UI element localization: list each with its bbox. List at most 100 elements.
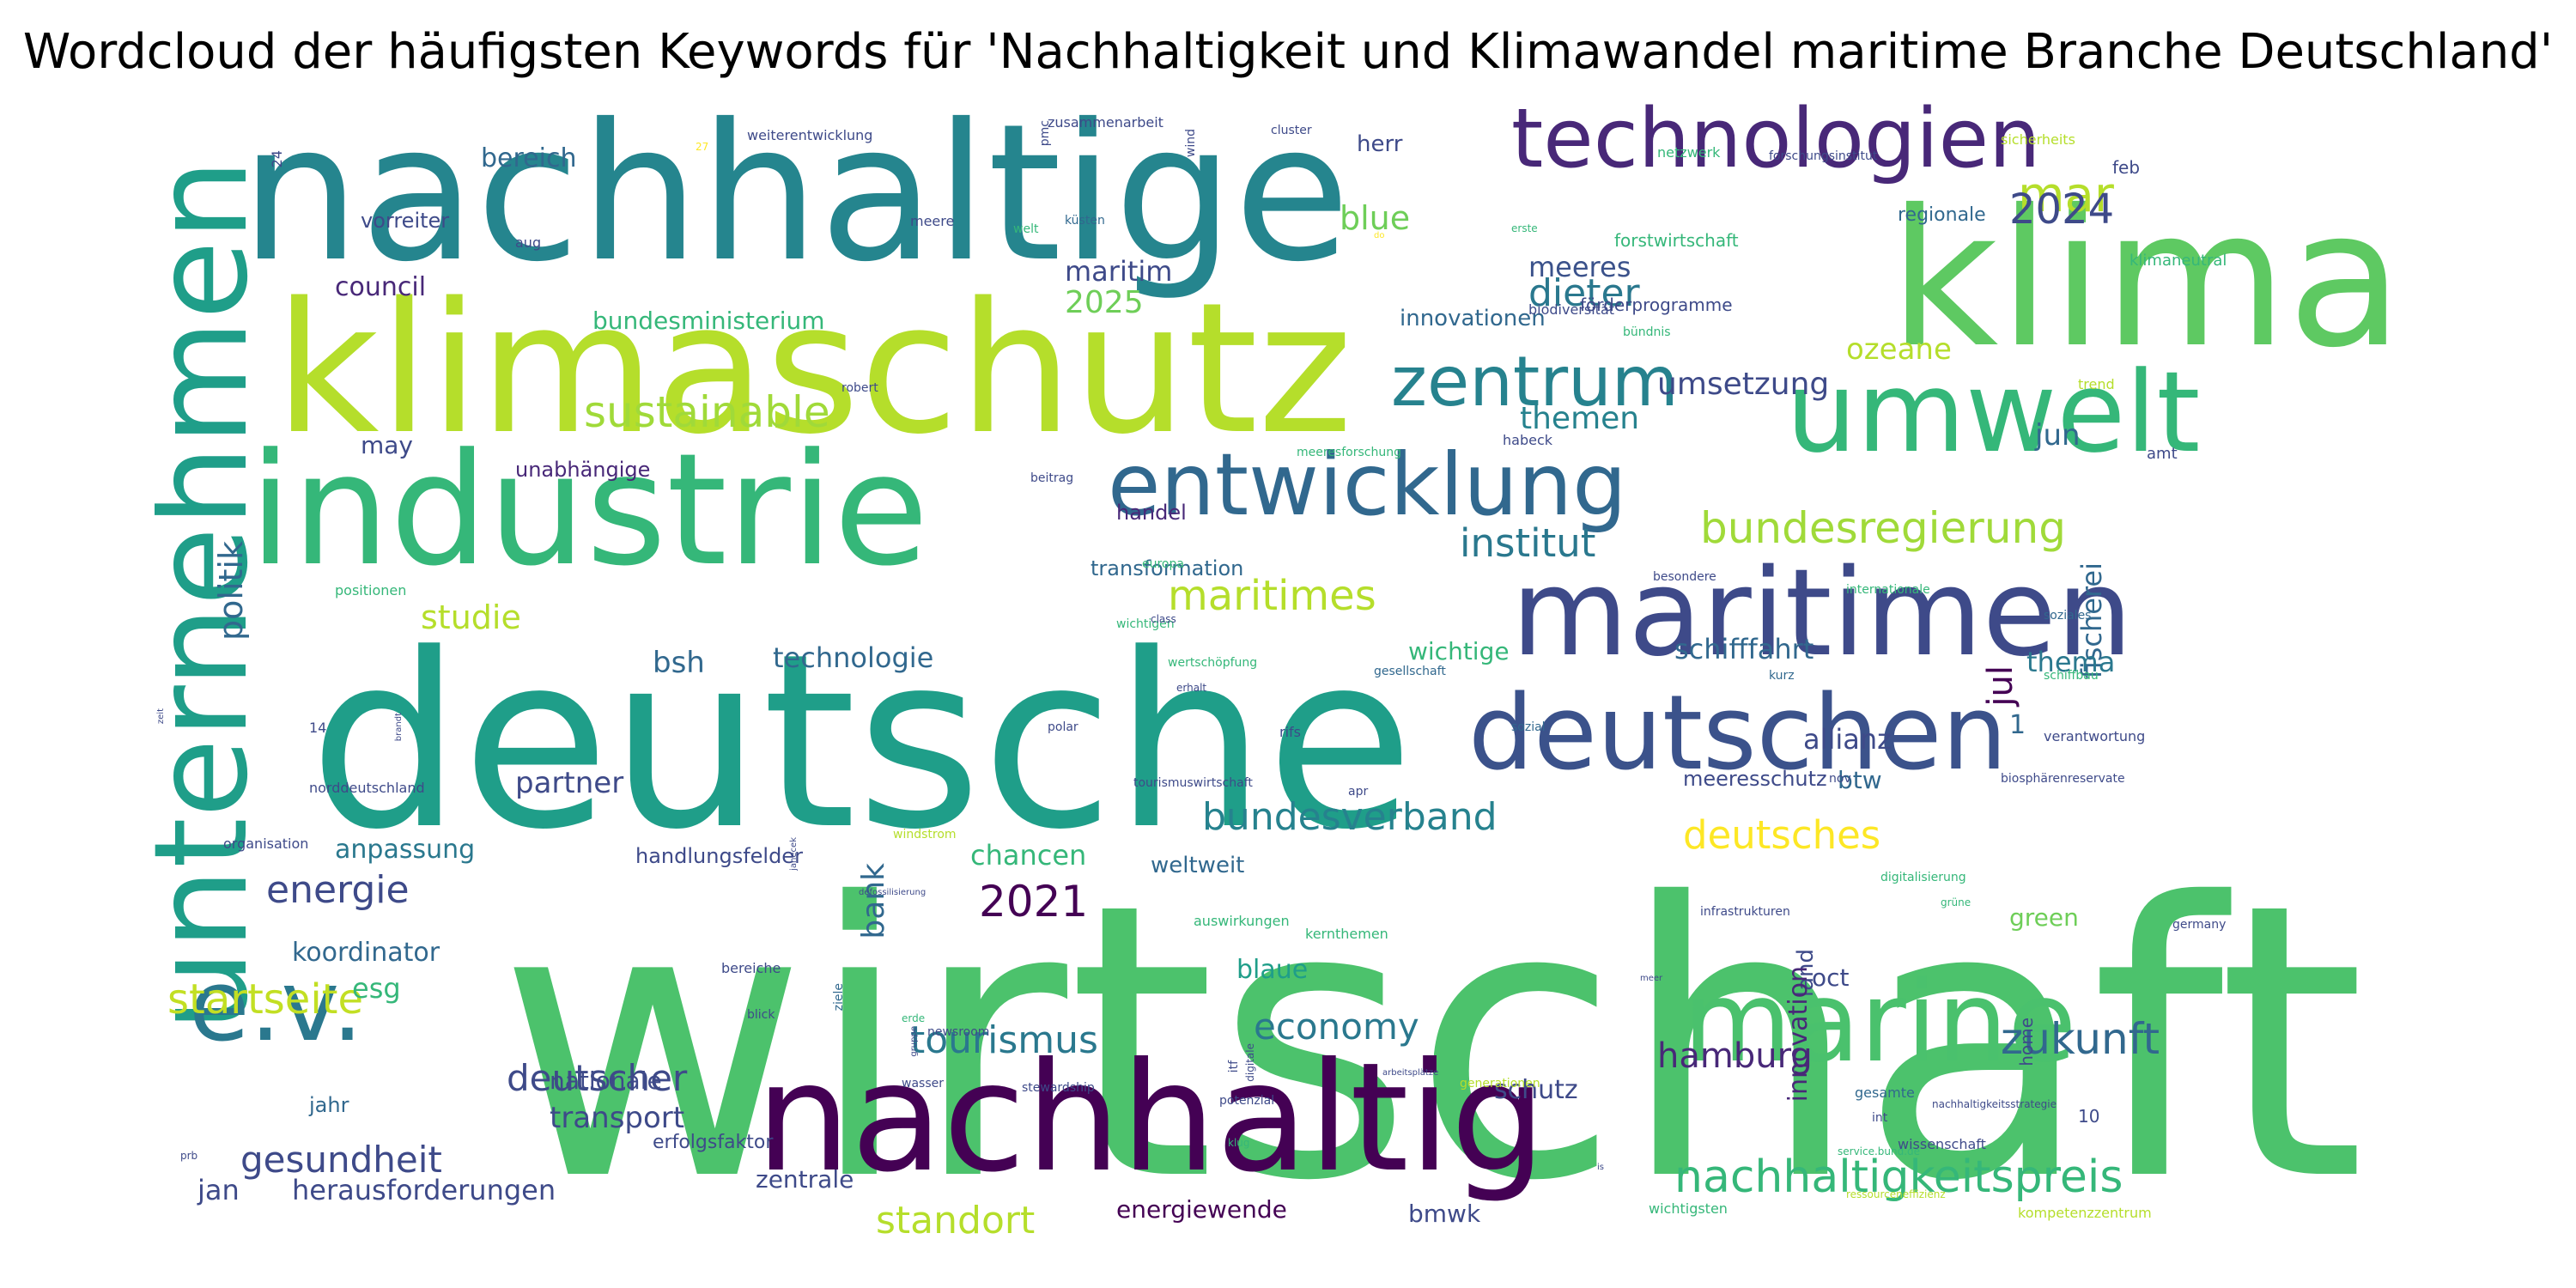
wordcloud-word: home xyxy=(2016,1018,2037,1066)
wordcloud-word: oct xyxy=(1812,963,1850,992)
wordcloud-word: stewardship xyxy=(1022,1081,1095,1095)
wordcloud-word: bundesministerium xyxy=(592,307,825,335)
wordcloud-word: robert xyxy=(841,381,878,395)
wordcloud-word: kernthemen xyxy=(1305,926,1388,942)
wordcloud-word: 2024 xyxy=(2009,185,2115,234)
figure-title: Wordcloud der häufigsten Keywords für 'N… xyxy=(22,24,2554,80)
wordcloud-word: bsh xyxy=(653,646,705,680)
wordcloud-word: herr xyxy=(1357,131,1403,157)
wordcloud-word: verantwortung xyxy=(2044,728,2146,744)
wordcloud-word: habeck xyxy=(1503,432,1553,448)
wordcloud-canvas: wirtschaft deutsche nachhaltige klima klimas… xyxy=(155,99,2430,1245)
wordcloud-word: bundesregierung xyxy=(1700,503,2066,553)
wordcloud-word: digitalisierung xyxy=(1880,871,1966,884)
wordcloud-word: esg xyxy=(352,972,401,1005)
wordcloud-word: norddeutschland xyxy=(309,780,425,796)
wordcloud-figure: Wordcloud der häufigsten Keywords für 'N… xyxy=(0,0,2576,1288)
wordcloud-word: organisation xyxy=(223,835,309,852)
wordcloud-word: beitrag xyxy=(1030,471,1074,485)
wordcloud-word: aug xyxy=(515,234,542,251)
wordcloud-word: netzwerk xyxy=(1657,144,1721,161)
wordcloud-word: positionen xyxy=(335,582,407,598)
wordcloud-word: handlungsfelder xyxy=(635,844,803,868)
wordcloud-word: feb xyxy=(2112,157,2141,178)
wordcloud-word: 1 xyxy=(2009,710,2026,740)
wordcloud-word: blue xyxy=(1340,199,1411,237)
wordcloud-word: class xyxy=(1151,613,1176,625)
wordcloud-word: gesundheit xyxy=(240,1139,442,1181)
wordcloud-word: kompetenzzentrum xyxy=(2018,1205,2152,1221)
wordcloud-word: green xyxy=(2009,903,2079,932)
wordcloud-word: sustainable xyxy=(584,387,830,437)
wordcloud-word: 24 xyxy=(269,150,285,168)
wordcloud-word: regionale xyxy=(1898,204,1986,226)
wordcloud-word: maritim xyxy=(1065,255,1173,288)
wordcloud-word: 10 xyxy=(2078,1106,2100,1127)
wordcloud-word: meeres xyxy=(1528,251,1631,283)
wordcloud-word: cluster xyxy=(1271,124,1312,137)
wordcloud-word: sozial xyxy=(1511,720,1546,734)
wordcloud-word: anpassung xyxy=(335,835,476,865)
wordcloud-word: sicherheits xyxy=(2001,131,2075,148)
wordcloud-word: windstrom xyxy=(893,828,957,841)
wordcloud-word: 14 xyxy=(309,720,327,736)
wordcloud-word: erste xyxy=(1511,222,1538,234)
wordcloud-word: umsetzung xyxy=(1657,367,1830,402)
wordcloud-word: studie xyxy=(421,598,521,636)
wordcloud-word: soziales xyxy=(2044,609,2092,623)
wordcloud-word: wind xyxy=(1184,129,1198,158)
wordcloud-word: kurz xyxy=(1769,669,1795,683)
wordcloud-word: innovationen xyxy=(1400,306,1546,331)
wordcloud-word: zentrale xyxy=(756,1165,854,1194)
wordcloud-word: defossilisierung xyxy=(859,888,927,897)
wordcloud-word: apr xyxy=(1348,785,1369,799)
wordcloud-word: welt xyxy=(1013,222,1039,236)
wordcloud-word: schifffahrt xyxy=(1674,633,1814,665)
wordcloud-word: potenzial xyxy=(1219,1094,1275,1108)
wordcloud-word: institut xyxy=(1460,520,1596,566)
wordcloud-word: erhalt xyxy=(1176,682,1207,694)
wordcloud-word: wasser xyxy=(902,1077,944,1091)
wordcloud-word: bereich xyxy=(481,143,577,173)
wordcloud-word: prb xyxy=(180,1150,198,1162)
wordcloud-word: klimaneutral xyxy=(2129,252,2227,270)
wordcloud-word: arbeitsplätze xyxy=(1382,1068,1439,1078)
wordcloud-word: meeresforschung xyxy=(1297,446,1401,459)
wordcloud-word: energiewende xyxy=(1116,1195,1287,1224)
wordcloud-word: partner xyxy=(515,766,624,800)
wordcloud-word: besondere xyxy=(1653,570,1716,584)
wordcloud-word: 2021 xyxy=(979,877,1089,927)
wordcloud-word: council xyxy=(335,272,427,302)
wordcloud-word: service.bund.de xyxy=(1838,1145,1921,1157)
wordcloud-word: infrastrukturen xyxy=(1700,905,1790,919)
wordcloud-word: unabhängige xyxy=(515,458,651,482)
wordcloud-word: newsroom xyxy=(927,1025,990,1039)
wordcloud-word: industrie xyxy=(249,421,929,600)
wordcloud-word: koordinator xyxy=(292,938,440,968)
wordcloud-word: blick xyxy=(747,1008,775,1022)
wordcloud-word: bereiche xyxy=(721,960,781,976)
wordcloud-word: allianz xyxy=(1803,723,1892,756)
wordcloud-word: ziele xyxy=(832,983,846,1012)
wordcloud-word: nationale xyxy=(550,1066,662,1095)
wordcloud-word: zeit xyxy=(156,708,166,725)
wordcloud-word: bank xyxy=(856,863,891,939)
wordcloud-word: may xyxy=(361,431,414,459)
wordcloud-word: erde xyxy=(902,1012,926,1024)
wordcloud-word: brandt xyxy=(394,713,404,742)
wordcloud-word: jul xyxy=(1981,665,2020,707)
wordcloud-word: handel xyxy=(1116,501,1187,525)
wordcloud-word: deutsches xyxy=(1683,812,1881,858)
wordcloud-word: generationen xyxy=(1460,1077,1540,1091)
wordcloud-word: auswirkungen xyxy=(1194,913,1290,929)
wordcloud-word: schiffbau xyxy=(2044,669,2099,683)
wordcloud-word: do xyxy=(1374,231,1385,240)
wordcloud-word: startseite xyxy=(167,975,364,1024)
wordcloud-word: bmwk xyxy=(1408,1200,1481,1228)
wordcloud-word: economy xyxy=(1254,1005,1419,1048)
wordcloud-word: themen xyxy=(1520,401,1640,436)
wordcloud-word: wichtigsten xyxy=(1649,1200,1728,1217)
wordcloud-word: meere xyxy=(910,213,955,229)
wordcloud-word: technologie xyxy=(773,641,934,674)
wordcloud-word: vorreiter xyxy=(361,209,450,233)
